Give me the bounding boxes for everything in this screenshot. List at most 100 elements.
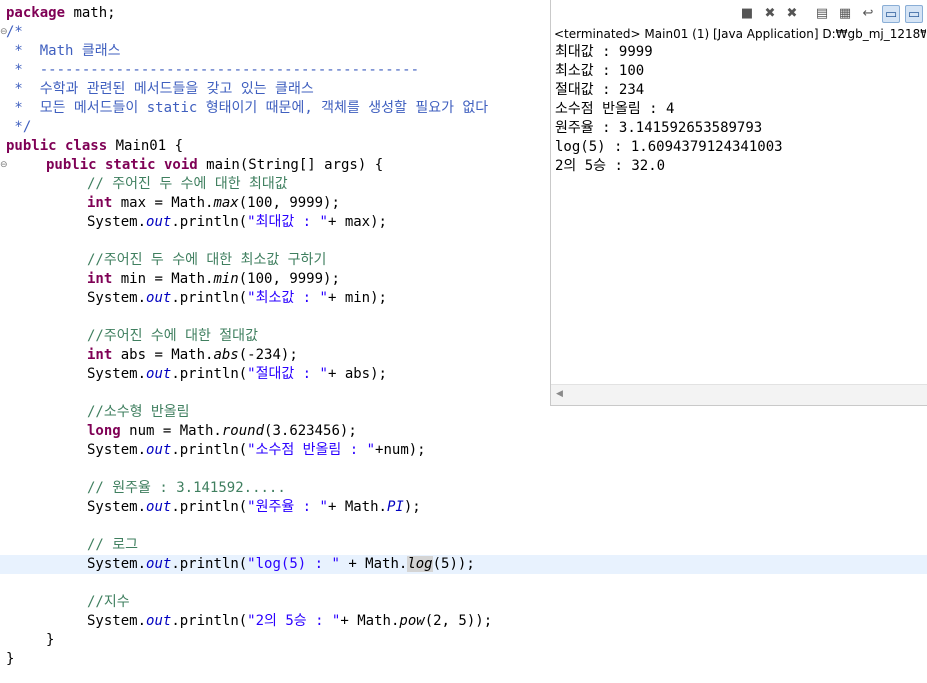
code-text: // 주어진 두 수에 대한 최대값 bbox=[87, 175, 288, 194]
code-token: } bbox=[6, 651, 15, 667]
clear-console-button-icon[interactable]: ▤ bbox=[813, 5, 831, 23]
code-token: (5)); bbox=[432, 556, 475, 572]
code-token: .println( bbox=[171, 366, 248, 382]
fold-toggle-icon[interactable]: ⊖ bbox=[0, 156, 8, 175]
console-horizontal-scrollbar[interactable]: ◀ bbox=[551, 384, 927, 405]
code-text: * --------------------------------------… bbox=[6, 61, 419, 80]
code-line[interactable]: } bbox=[0, 631, 927, 650]
word-wrap-button-icon[interactable]: ↩ bbox=[859, 5, 877, 23]
code-token: + max); bbox=[327, 214, 387, 230]
code-text: public static void main(String[] args) { bbox=[46, 156, 383, 175]
code-token: num = Math. bbox=[120, 423, 222, 439]
code-token: math; bbox=[65, 5, 116, 21]
code-token: public static void bbox=[46, 157, 198, 173]
code-text: System.out.println("2의 5승 : "+ Math.pow(… bbox=[87, 612, 492, 631]
code-token: min bbox=[213, 271, 239, 287]
code-token: PI bbox=[386, 499, 404, 515]
code-token: .println( bbox=[171, 613, 248, 629]
code-line[interactable]: System.out.println("소수점 반올림 : "+num); bbox=[0, 441, 927, 460]
show-console-on-stdout-button-icon[interactable]: ▭ bbox=[882, 5, 900, 23]
code-token: (100, 9999); bbox=[238, 195, 340, 211]
code-token: int bbox=[87, 347, 113, 363]
code-text: //소수형 반올림 bbox=[87, 403, 190, 422]
code-token: .println( bbox=[171, 442, 248, 458]
code-text: // 원주율 : 3.141592..... bbox=[87, 479, 286, 498]
code-line[interactable]: System.out.println("2의 5승 : "+ Math.pow(… bbox=[0, 612, 927, 631]
remove-launch-button-icon[interactable]: ✖ bbox=[761, 5, 779, 23]
code-token: //주어진 두 수에 대한 최소값 구하기 bbox=[87, 252, 327, 268]
code-line[interactable]: System.out.println("원주율 : "+ Math.PI); bbox=[0, 498, 927, 517]
code-text: //주어진 두 수에 대한 최소값 구하기 bbox=[87, 251, 326, 270]
code-token: .println( bbox=[171, 556, 248, 572]
code-token: + Math. bbox=[340, 613, 400, 629]
code-text: //지수 bbox=[87, 593, 130, 612]
code-token: * --------------------------------------… bbox=[6, 62, 420, 78]
code-token: out bbox=[146, 613, 172, 629]
code-text: //주어진 수에 대한 절대값 bbox=[87, 327, 258, 346]
code-text: System.out.println("최대값 : "+ max); bbox=[87, 213, 387, 232]
code-token: max = Math. bbox=[112, 195, 214, 211]
remove-all-terminated-button-icon[interactable]: ✖ bbox=[783, 5, 801, 23]
code-token: out bbox=[146, 290, 172, 306]
code-token: long bbox=[87, 423, 121, 439]
code-token: int bbox=[87, 271, 113, 287]
code-token: out bbox=[146, 366, 172, 382]
code-text: long num = Math.round(3.623456); bbox=[87, 422, 357, 441]
scroll-lock-button-icon[interactable]: ▦ bbox=[836, 5, 854, 23]
code-line[interactable]: //지수 bbox=[0, 593, 927, 612]
code-text: System.out.println("원주율 : "+ Math.PI); bbox=[87, 498, 421, 517]
console-output-line: log(5) : 1.6094379124341003 bbox=[555, 139, 783, 155]
code-text: int abs = Math.abs(-234); bbox=[87, 346, 298, 365]
terminate-button-icon[interactable]: ■ bbox=[738, 5, 756, 23]
code-token: /* bbox=[6, 24, 23, 40]
code-line[interactable]: // 로그 bbox=[0, 536, 927, 555]
code-token: * 수학과 관련된 메서드들을 갖고 있는 클래스 bbox=[6, 81, 314, 97]
code-text: * 수학과 관련된 메서드들을 갖고 있는 클래스 bbox=[6, 80, 314, 99]
code-line[interactable]: long num = Math.round(3.623456); bbox=[0, 422, 927, 441]
code-token: * 모든 메서드들이 static 형태이기 때문에, 객체를 생성할 필요가 … bbox=[6, 100, 489, 116]
code-text: System.out.println("최소값 : "+ min); bbox=[87, 289, 387, 308]
code-text: System.out.println("log(5) : " + Math.lo… bbox=[87, 555, 475, 574]
code-token: pow bbox=[399, 613, 425, 629]
code-line[interactable]: // 원주율 : 3.141592..... bbox=[0, 479, 927, 498]
code-text: int min = Math.min(100, 9999); bbox=[87, 270, 340, 289]
code-token: out bbox=[146, 556, 172, 572]
code-text: /* bbox=[6, 23, 23, 42]
code-token: System. bbox=[87, 556, 147, 572]
code-token: .println( bbox=[171, 290, 248, 306]
show-console-on-stderr-button-icon[interactable]: ▭ bbox=[905, 5, 923, 23]
code-token: // 로그 bbox=[87, 537, 139, 553]
code-line-current[interactable]: System.out.println("log(5) : " + Math.lo… bbox=[0, 555, 927, 574]
code-token: //지수 bbox=[87, 594, 130, 610]
code-token: "2의 5승 : " bbox=[247, 613, 341, 629]
console-status-label: <terminated> Main01 (1) [Java Applicatio… bbox=[554, 27, 926, 41]
code-text: System.out.println("절대값 : "+ abs); bbox=[87, 365, 387, 384]
code-token: "최대값 : " bbox=[247, 214, 328, 230]
code-line[interactable]: } bbox=[0, 650, 927, 669]
code-token: "절대값 : " bbox=[247, 366, 328, 382]
code-token: + Math. bbox=[339, 556, 408, 572]
console-output-line: 2의 5승 : 32.0 bbox=[555, 158, 666, 174]
code-text: * Math 클래스 bbox=[6, 42, 120, 61]
code-token: // 원주율 : 3.141592..... bbox=[87, 480, 286, 496]
code-text: package math; bbox=[6, 4, 116, 23]
code-token: System. bbox=[87, 366, 147, 382]
code-token: .println( bbox=[171, 214, 248, 230]
code-token: System. bbox=[87, 442, 147, 458]
code-token: System. bbox=[87, 499, 147, 515]
code-token: (-234); bbox=[238, 347, 298, 363]
code-token: ); bbox=[403, 499, 421, 515]
code-token: + abs); bbox=[327, 366, 387, 382]
code-token: */ bbox=[6, 119, 32, 135]
code-token: +num); bbox=[375, 442, 426, 458]
code-token: System. bbox=[87, 214, 147, 230]
code-token: // 주어진 두 수에 대한 최대값 bbox=[87, 176, 288, 192]
code-token: (3.623456); bbox=[264, 423, 357, 439]
code-token: Main01 { bbox=[107, 138, 184, 154]
code-token: "소수점 반올림 : " bbox=[247, 442, 376, 458]
code-text: * 모든 메서드들이 static 형태이기 때문에, 객체를 생성할 필요가 … bbox=[6, 99, 488, 118]
scroll-left-arrow-icon[interactable]: ◀ bbox=[556, 389, 563, 399]
code-token: } bbox=[46, 632, 55, 648]
code-token: System. bbox=[87, 613, 147, 629]
code-token: System. bbox=[87, 290, 147, 306]
